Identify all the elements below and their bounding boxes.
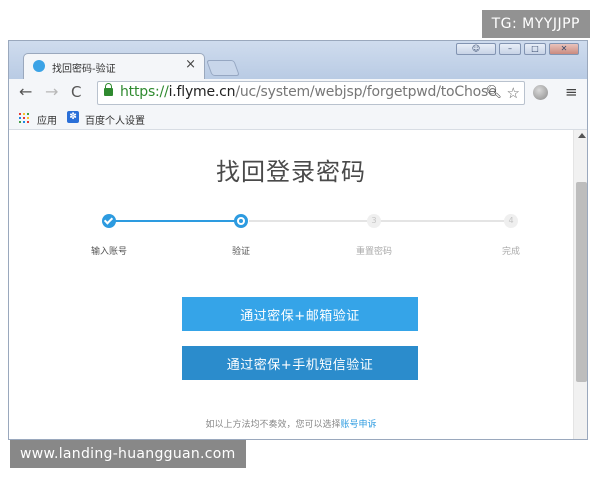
footer-text: 如以上方法均不奏效，您可以选择 bbox=[205, 420, 341, 430]
minimize-icon: – bbox=[508, 44, 512, 53]
close-icon: ✕ bbox=[560, 44, 568, 53]
extension-icon[interactable] bbox=[533, 85, 548, 100]
new-tab-button[interactable] bbox=[206, 60, 240, 76]
url-host: i.flyme.cn bbox=[168, 84, 236, 100]
url-scheme: https:// bbox=[120, 84, 169, 100]
maximize-button[interactable]: □ bbox=[524, 43, 546, 55]
browser-toolbar: ← → C https://i.flyme.cn/uc/system/webjs… bbox=[9, 79, 587, 108]
apps-icon[interactable] bbox=[19, 113, 29, 123]
scroll-up-arrow-icon[interactable] bbox=[578, 133, 586, 138]
email-verify-button[interactable]: 通过密保+邮箱验证 bbox=[182, 297, 418, 331]
watermark-top: TG: MYYJJPP bbox=[481, 10, 590, 38]
maximize-icon: □ bbox=[531, 44, 539, 53]
tab-title: 找回密码-验证 bbox=[52, 64, 116, 75]
step-4-indicator: 4 bbox=[504, 214, 518, 228]
user-icon: ☺ bbox=[471, 44, 481, 53]
browser-window: ☺ – □ ✕ 找回密码-验证 × ← → C https://i.flyme.… bbox=[8, 40, 588, 440]
bookmark-baidu[interactable]: 百度个人设置 bbox=[85, 112, 145, 127]
watermark-bottom: www.landing-huangguan.com bbox=[10, 440, 246, 468]
step-1-check-icon bbox=[102, 214, 116, 228]
page-content: 找回登录密码 3 4 输入账号 验证 重置密码 完成 通过密保+邮箱验证 通过密… bbox=[9, 130, 573, 439]
vertical-scrollbar[interactable] bbox=[573, 130, 587, 439]
menu-icon[interactable]: ≡ bbox=[565, 83, 578, 101]
forward-arrow-icon[interactable]: → bbox=[45, 82, 58, 101]
lock-icon bbox=[104, 83, 113, 96]
step-3-label: 重置密码 bbox=[355, 247, 392, 257]
page-title: 找回登录密码 bbox=[216, 158, 366, 186]
step-2-indicator bbox=[234, 214, 248, 228]
window-controls: ☺ – □ ✕ bbox=[456, 43, 579, 55]
zoom-icon[interactable]: 🔍︎ bbox=[485, 85, 502, 100]
user-profile-button[interactable]: ☺ bbox=[456, 43, 496, 55]
browser-tab[interactable]: 找回密码-验证 × bbox=[23, 53, 205, 79]
url-text[interactable]: https://i.flyme.cn/uc/system/webjsp/forg… bbox=[120, 84, 497, 100]
step-2-label: 验证 bbox=[231, 247, 250, 257]
scrollbar-thumb[interactable] bbox=[576, 182, 587, 382]
baidu-paw-icon: ✽ bbox=[67, 111, 79, 123]
step-1-label: 输入账号 bbox=[90, 247, 127, 257]
progress-line-done bbox=[109, 220, 241, 222]
favicon-icon bbox=[33, 60, 45, 72]
bookmark-apps[interactable]: 应用 bbox=[37, 112, 57, 127]
account-appeal-link[interactable]: 账号申诉 bbox=[341, 420, 377, 430]
tab-close-icon[interactable]: × bbox=[185, 57, 196, 72]
step-3-indicator: 3 bbox=[367, 214, 381, 228]
address-bar[interactable]: https://i.flyme.cn/uc/system/webjsp/forg… bbox=[97, 81, 525, 105]
back-arrow-icon[interactable]: ← bbox=[19, 82, 32, 101]
bookmark-star-icon[interactable]: ☆ bbox=[507, 84, 520, 102]
sms-verify-button[interactable]: 通过密保+手机短信验证 bbox=[182, 346, 418, 380]
progress-steps: 3 4 输入账号 验证 重置密码 完成 bbox=[9, 210, 573, 270]
title-bar: ☺ – □ ✕ 找回密码-验证 × bbox=[9, 41, 587, 79]
footer-note: 如以上方法均不奏效，您可以选择账号申诉 bbox=[9, 417, 573, 430]
minimize-button[interactable]: – bbox=[499, 43, 521, 55]
close-window-button[interactable]: ✕ bbox=[549, 43, 579, 55]
url-path: /uc/system/webjsp/forgetpwd/toChose bbox=[235, 84, 497, 100]
reload-icon[interactable]: C bbox=[71, 83, 81, 101]
bookmarks-bar: 应用 ✽ 百度个人设置 bbox=[9, 107, 587, 130]
step-4-label: 完成 bbox=[501, 247, 520, 257]
